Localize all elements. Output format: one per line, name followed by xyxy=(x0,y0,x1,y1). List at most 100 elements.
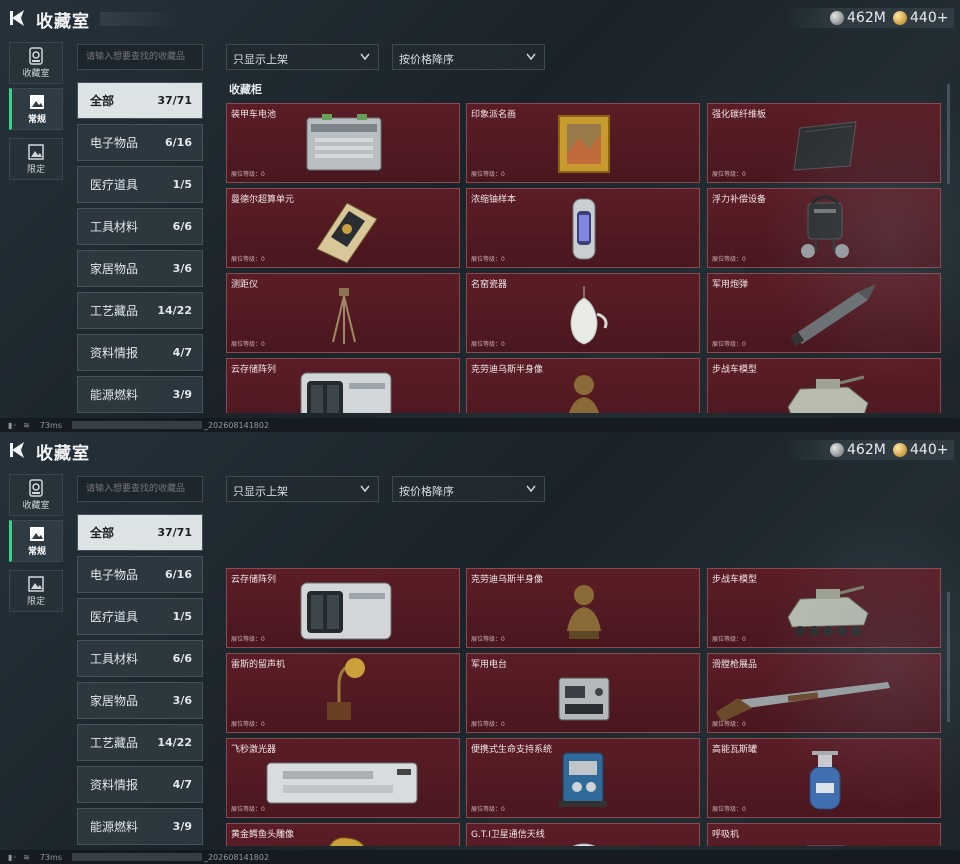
shelf-filter-dropdown[interactable]: 只显示上架 xyxy=(226,44,379,70)
category-count: 6/16 xyxy=(165,568,192,581)
category-label: 家居物品 xyxy=(90,694,139,708)
gold-amount: 440+ xyxy=(910,442,949,458)
scrollbar[interactable] xyxy=(947,592,950,722)
collection-item-card[interactable]: 飞秒激光器 展位等级：0 xyxy=(226,738,460,818)
collection-item-card[interactable]: 云存储阵列展位等级：0 xyxy=(226,358,460,413)
category-electronics[interactable]: 电子物品 6/16 xyxy=(77,124,203,161)
category-count: 3/6 xyxy=(172,694,192,707)
item-name: 名窑瓷器 xyxy=(471,280,508,290)
gold-amount: 440+ xyxy=(910,10,949,26)
booth-level: 展位等级：0 xyxy=(231,636,265,643)
category-label: 全部 xyxy=(90,526,115,540)
latency: 73ms xyxy=(39,420,62,430)
category-count: 1/5 xyxy=(172,178,192,191)
category-electronics[interactable]: 电子物品 6/16 xyxy=(77,556,203,593)
chevron-down-icon xyxy=(526,53,536,61)
category-crafts[interactable]: 工艺藏品 14/22 xyxy=(77,724,203,761)
category-label: 医疗道具 xyxy=(90,610,139,624)
collection-item-card[interactable]: 云存储阵列展位等级：0 xyxy=(226,568,460,648)
shelf-filter-dropdown[interactable]: 只显示上架 xyxy=(226,476,379,502)
collection-screen-top: 收藏室 462M 440+ 收藏室 常规 限定 只显示上架 按价格降序 全部 37… xyxy=(0,0,960,432)
collection-item-card[interactable]: 克劳迪乌斯半身像展位等级：0 xyxy=(466,358,700,413)
sort-value: 按价格降序 xyxy=(399,53,454,66)
nav-label: 收藏室 xyxy=(22,501,50,511)
scrollbar[interactable] xyxy=(947,84,950,184)
category-tools[interactable]: 工具材料 6/6 xyxy=(77,640,203,677)
sort-dropdown[interactable]: 按价格降序 xyxy=(392,44,545,70)
search-input[interactable] xyxy=(77,476,203,502)
category-label: 工艺藏品 xyxy=(90,304,139,318)
category-medical[interactable]: 医疗道具 1/5 xyxy=(77,598,203,635)
silver-currency: 462M xyxy=(830,9,886,27)
collection-item-card[interactable]: 滑膛枪展品 展位等级：0 xyxy=(707,653,941,733)
chevron-down-icon xyxy=(360,485,370,493)
collection-item-card[interactable]: 装甲车电池 展位等级：0 xyxy=(226,103,460,183)
collection-item-card[interactable]: 强化碳纤维板 展位等级：0 xyxy=(707,103,941,183)
nav-limited[interactable]: 限定 xyxy=(9,570,63,612)
category-medical[interactable]: 医疗道具 1/5 xyxy=(77,166,203,203)
collection-item-card[interactable]: 军用电台 展位等级：0 xyxy=(466,653,700,733)
back-arrow-icon[interactable] xyxy=(8,6,30,30)
image-icon xyxy=(30,527,44,541)
collection-item-card[interactable]: 呼吸机展位等级：0 xyxy=(707,823,941,846)
category-crafts[interactable]: 工艺藏品 14/22 xyxy=(77,292,203,329)
nav-limited[interactable]: 限定 xyxy=(9,138,63,180)
collection-item-card[interactable]: 雷斯的留声机 展位等级：0 xyxy=(226,653,460,733)
nav-regular[interactable]: 常规 xyxy=(9,88,63,130)
status-bar: ▮◦ ≋ 73ms _202608141802 xyxy=(0,850,960,864)
collection-item-card[interactable]: 克劳迪乌斯半身像展位等级：0 xyxy=(466,568,700,648)
category-label: 工艺藏品 xyxy=(90,736,139,750)
gold-currency[interactable]: 440+ xyxy=(893,9,948,27)
sort-dropdown[interactable]: 按价格降序 xyxy=(392,476,545,502)
category-household[interactable]: 家居物品 3/6 xyxy=(77,250,203,287)
gold-currency[interactable]: 440+ xyxy=(893,441,948,459)
collection-item-card[interactable]: 印象派名画 展位等级：0 xyxy=(466,103,700,183)
category-household[interactable]: 家居物品 3/6 xyxy=(77,682,203,719)
booth-level: 展位等级：0 xyxy=(712,721,746,728)
category-energy[interactable]: 能源燃料 3/9 xyxy=(77,376,203,413)
collection-item-card[interactable]: 曼德尔超算单元 展位等级：0 xyxy=(226,188,460,268)
category-all[interactable]: 全部 37/71 xyxy=(77,514,203,551)
category-count: 4/7 xyxy=(172,778,192,791)
category-tools[interactable]: 工具材料 6/6 xyxy=(77,208,203,245)
collection-item-card[interactable]: 浮力补偿设备 展位等级：0 xyxy=(707,188,941,268)
item-name: 飞秒激光器 xyxy=(231,745,277,755)
nav-collection-room[interactable]: 收藏室 xyxy=(9,474,63,516)
nav-label: 限定 xyxy=(26,165,45,175)
collection-item-card[interactable]: 名窑瓷器 展位等级：0 xyxy=(466,273,700,353)
wifi-icon: ≋ xyxy=(23,420,30,430)
back-arrow-icon[interactable] xyxy=(8,438,30,462)
wifi-icon: ≋ xyxy=(23,852,30,862)
nav-regular[interactable]: 常规 xyxy=(9,520,63,562)
item-name: 克劳迪乌斯半身像 xyxy=(471,365,544,375)
collection-item-card[interactable]: 浓缩铀样本 展位等级：0 xyxy=(466,188,700,268)
collection-item-card[interactable]: G.T.I卫星通信天线展位等级：0 xyxy=(466,823,700,846)
booth-level: 展位等级：0 xyxy=(471,636,505,643)
collection-item-card[interactable]: 测距仪 展位等级：0 xyxy=(226,273,460,353)
item-name: 强化碳纤维板 xyxy=(712,110,767,120)
top-bar: 收藏室 462M 440+ xyxy=(0,432,960,468)
gold-coin-icon xyxy=(893,11,907,25)
gold-coin-icon xyxy=(893,443,907,457)
collection-item-card[interactable]: 便携式生命支持系统 展位等级：0 xyxy=(466,738,700,818)
category-count: 3/6 xyxy=(172,262,192,275)
archive-icon xyxy=(29,47,43,65)
item-name: 浓缩铀样本 xyxy=(471,195,517,205)
category-count: 4/7 xyxy=(172,346,192,359)
collection-item-card[interactable]: 步战车模型展位等级：0 xyxy=(707,568,941,648)
collection-item-card[interactable]: 黄金鳄鱼头雕像展位等级：0 xyxy=(226,823,460,846)
category-energy[interactable]: 能源燃料 3/9 xyxy=(77,808,203,845)
category-all[interactable]: 全部 37/71 xyxy=(77,82,203,119)
collection-item-card[interactable]: 军用炮弹 展位等级：0 xyxy=(707,273,941,353)
page-title: 收藏室 xyxy=(36,444,90,464)
nav-collection-room[interactable]: 收藏室 xyxy=(9,42,63,84)
booth-level: 展位等级：0 xyxy=(471,721,505,728)
collection-item-card[interactable]: 高能瓦斯罐 展位等级：0 xyxy=(707,738,941,818)
item-name: 步战车模型 xyxy=(712,365,758,375)
category-intel[interactable]: 资料情报 4/7 xyxy=(77,334,203,371)
collection-item-card[interactable]: 步战车模型展位等级：0 xyxy=(707,358,941,413)
category-intel[interactable]: 资料情报 4/7 xyxy=(77,766,203,803)
silver-currency: 462M xyxy=(830,441,886,459)
silver-amount: 462M xyxy=(847,442,886,458)
search-input[interactable] xyxy=(77,44,203,70)
